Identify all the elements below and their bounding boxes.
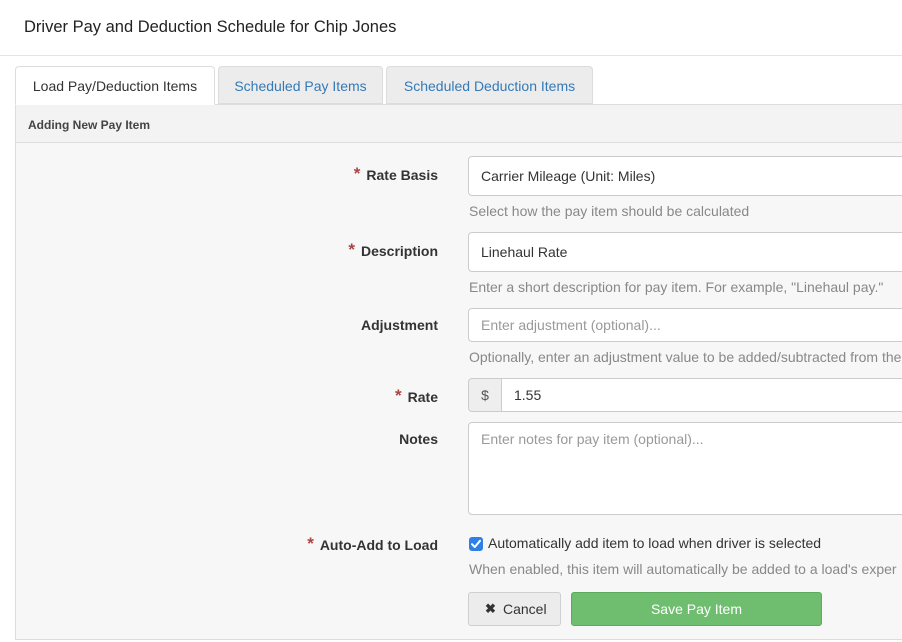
modal-title: Driver Pay and Deduction Schedule for Ch… (24, 18, 397, 36)
notes-textarea[interactable]: Enter notes for pay item (optional)... (468, 422, 902, 515)
form-panel: Adding New Pay Item * Rate Basis Carrier … (15, 104, 902, 640)
description-label: * Description (348, 240, 438, 259)
auto-add-checkbox-label[interactable]: Automatically add item to load when driv… (488, 535, 821, 551)
panel-heading: Adding New Pay Item (16, 105, 902, 143)
required-marker: * (353, 164, 361, 183)
currency-addon: $ (468, 378, 502, 412)
required-marker: * (307, 534, 314, 553)
auto-add-checkbox[interactable] (469, 537, 483, 551)
rate-input[interactable]: 1.55 (501, 378, 902, 412)
tab-scheduled-pay-items[interactable]: Scheduled Pay Items (218, 66, 383, 104)
adjustment-input[interactable]: Enter adjustment (optional)... (468, 308, 902, 342)
adjustment-help: Optionally, enter an adjustment value to… (469, 349, 902, 365)
tab-scheduled-deduction-items[interactable]: Scheduled Deduction Items (386, 66, 593, 104)
auto-add-label: * Auto-Add to Load (307, 534, 438, 553)
rate-basis-label: * Rate Basis (353, 164, 438, 183)
auto-add-help: When enabled, this item will automatical… (469, 561, 897, 577)
tab-load-pay-deduction-items[interactable]: Load Pay/Deduction Items (15, 66, 215, 105)
rate-basis-select[interactable]: Carrier Mileage (Unit: Miles) (468, 156, 902, 196)
cancel-button[interactable]: ✖ Cancel (468, 592, 561, 626)
save-pay-item-button[interactable]: Save Pay Item (571, 592, 822, 626)
description-help: Enter a short description for pay item. … (469, 279, 884, 295)
checkmark-icon (471, 539, 481, 548)
notes-label: Notes (399, 431, 438, 447)
modal-header: Driver Pay and Deduction Schedule for Ch… (0, 0, 902, 56)
rate-basis-help: Select how the pay item should be calcul… (469, 203, 750, 219)
description-input[interactable]: Linehaul Rate (468, 232, 902, 272)
panel-heading-title: Adding New Pay Item (28, 118, 151, 132)
rate-label: * Rate (395, 386, 438, 405)
adjustment-label: Adjustment (361, 317, 438, 333)
tab-bar: Load Pay/Deduction Items Scheduled Pay I… (15, 66, 902, 105)
close-icon: ✖ (485, 601, 496, 616)
required-marker: * (348, 240, 355, 259)
required-marker: * (395, 386, 402, 405)
